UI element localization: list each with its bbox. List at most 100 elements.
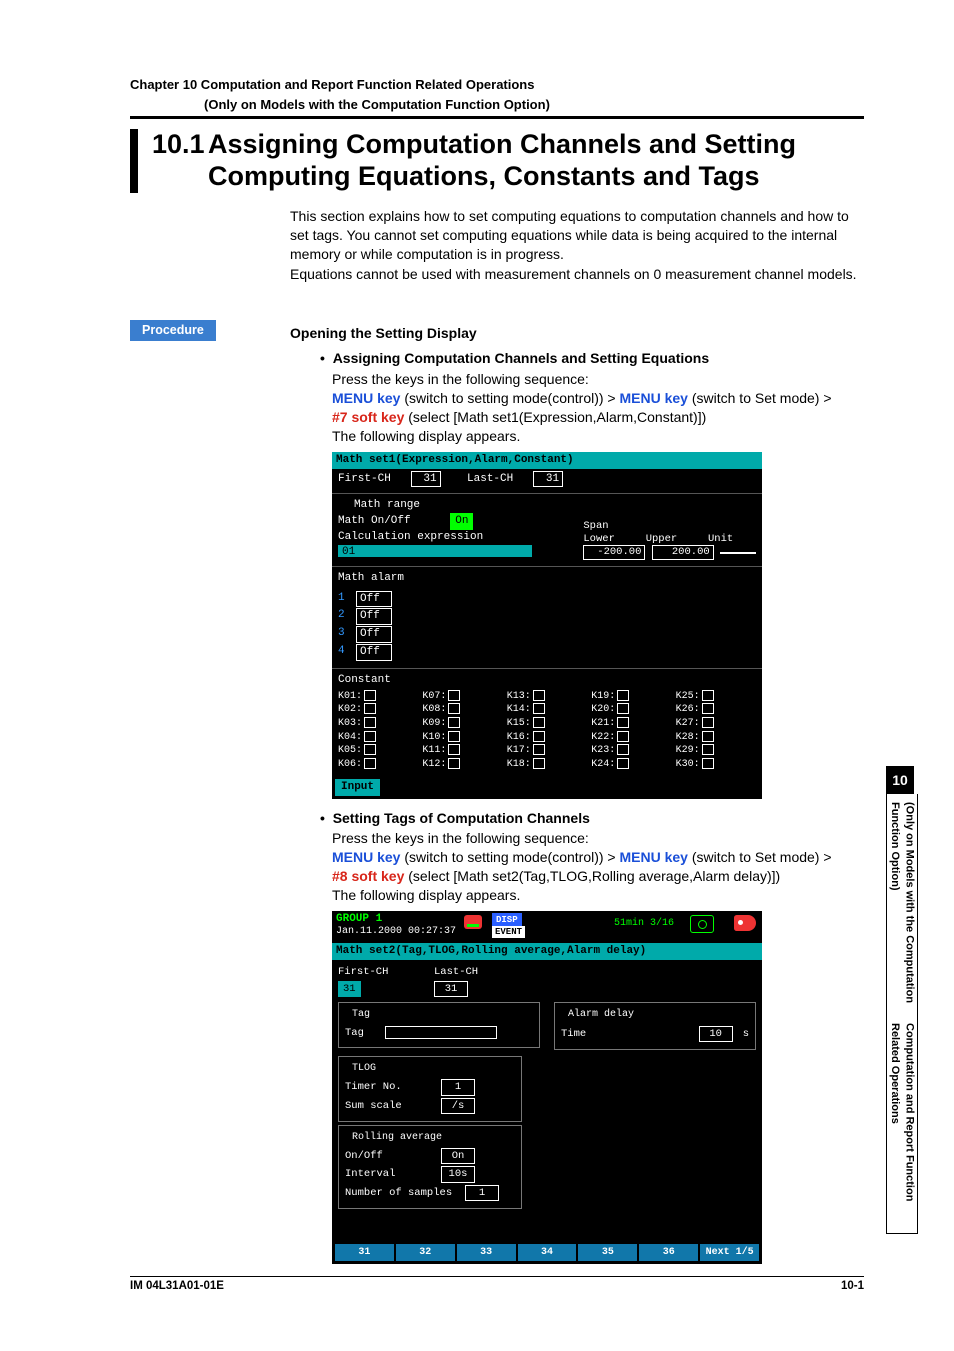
constant-cell[interactable]: K15: [507, 717, 587, 731]
lcd2-timer-value[interactable]: 1 [441, 1079, 475, 1095]
lcd2-sum-label: Sum scale [345, 1099, 431, 1113]
alarm-state[interactable]: Off [356, 591, 392, 608]
lcd2-roll-onoff-label: On/Off [345, 1149, 431, 1163]
bullet2-text2: The following display appears. [332, 886, 864, 905]
lcd1-first-ch-label: First-CH [338, 473, 391, 485]
softkey-next[interactable]: Next 1/5 [700, 1244, 759, 1262]
alarm-state[interactable]: Off [356, 644, 392, 661]
menu-key-4: MENU key [620, 849, 688, 865]
lcd2-alarm-time-unit: s [743, 1027, 749, 1041]
constant-cell[interactable]: K16: [507, 731, 587, 745]
softkey-31[interactable]: 31 [335, 1244, 394, 1262]
alarm-state[interactable]: Off [356, 608, 392, 625]
constant-cell[interactable]: K28: [676, 731, 756, 745]
menu-key-3: MENU key [332, 849, 400, 865]
lcd2-tag-label: Tag [345, 1026, 375, 1040]
lcd2-last-ch-value[interactable]: 31 [434, 981, 468, 997]
constant-cell[interactable]: K19: [591, 690, 671, 704]
lcd2-title-bar: Math set2(Tag,TLOG,Rolling average,Alarm… [332, 943, 762, 960]
constant-cell[interactable]: K07: [422, 690, 502, 704]
constant-cell[interactable]: K24: [591, 758, 671, 772]
lcd1-math-onoff-value[interactable]: On [450, 513, 473, 530]
running-header-line2: (Only on Models with the Computation Fun… [130, 96, 864, 114]
lcd1-upper-value[interactable]: 200.00 [652, 545, 714, 560]
constant-cell[interactable]: K06: [338, 758, 418, 772]
alarm-number: 1 [338, 591, 348, 608]
lcd1-last-ch-value[interactable]: 31 [533, 471, 563, 488]
softkey-33[interactable]: 33 [457, 1244, 516, 1262]
softkey-32[interactable]: 32 [396, 1244, 455, 1262]
constant-cell[interactable]: K25: [676, 690, 756, 704]
opening-heading: Opening the Setting Display [290, 324, 864, 343]
constant-cell[interactable]: K18: [507, 758, 587, 772]
bullet1-text2: The following display appears. [332, 427, 864, 446]
lcd1-span-label: Span [583, 520, 608, 532]
constant-cell[interactable]: K08: [422, 703, 502, 717]
constant-cell[interactable]: K05: [338, 744, 418, 758]
constant-cell[interactable]: K27: [676, 717, 756, 731]
lcd2-alarm-time-label: Time [561, 1027, 601, 1041]
lcd1-first-ch-value[interactable]: 31 [411, 471, 441, 488]
lcd2-tlog-fieldset: TLOG Timer No. 1 Sum scale /s [338, 1056, 522, 1122]
constant-cell[interactable]: K30: [676, 758, 756, 772]
lcd2-roll-samples-value[interactable]: 1 [465, 1185, 499, 1201]
constant-cell[interactable]: K23: [591, 744, 671, 758]
constant-cell[interactable]: K09: [422, 717, 502, 731]
constant-cell[interactable]: K11: [422, 744, 502, 758]
lcd1-calc-field[interactable]: 01 [338, 545, 532, 557]
constant-cell[interactable]: K04: [338, 731, 418, 745]
lcd2-math-set2: GROUP 1 Jan.11.2000 00:27:37 DISP EVENT … [332, 911, 762, 1264]
lcd1-math-alarm-label: Math alarm [338, 571, 756, 586]
constant-cell[interactable]: K12: [422, 758, 502, 772]
lcd1-title-bar: Math set1(Expression,Alarm,Constant) [332, 452, 762, 469]
lcd2-roll-onoff-value[interactable]: On [441, 1148, 475, 1164]
bullet1-text1: Press the keys in the following sequence… [332, 370, 864, 389]
constant-cell[interactable]: K02: [338, 703, 418, 717]
event-button[interactable]: EVENT [492, 926, 525, 938]
intro-text: This section explains how to set computi… [290, 207, 864, 285]
constant-cell[interactable]: K13: [507, 690, 587, 704]
lcd2-tag-field[interactable] [385, 1026, 497, 1039]
constant-cell[interactable]: K10: [422, 731, 502, 745]
constant-cell[interactable]: K17: [507, 744, 587, 758]
constant-cell[interactable]: K22: [591, 731, 671, 745]
footer-right: 10-1 [841, 1279, 864, 1295]
lcd2-roll-interval-value[interactable]: 10s [441, 1166, 475, 1182]
alarm-state[interactable]: Off [356, 626, 392, 643]
constant-cell[interactable]: K03: [338, 717, 418, 731]
side-tab-number: 10 [886, 766, 914, 794]
lcd1-constant-grid: K01: K07: K13: K19: K25: K02: K08: K14: K20: K26:… [332, 688, 762, 776]
constant-cell[interactable]: K01: [338, 690, 418, 704]
lcd2-roll-samples-label: Number of samples [345, 1186, 455, 1200]
lcd2-first-ch-label: First-CH [338, 965, 424, 979]
menu-key-1: MENU key [332, 390, 400, 406]
lcd1-math-onoff-label: Math On/Off [338, 515, 411, 527]
softkey-35[interactable]: 35 [578, 1244, 637, 1262]
record-icon [690, 915, 714, 933]
constant-cell[interactable]: K29: [676, 744, 756, 758]
lcd2-timer-label: Timer No. [345, 1080, 431, 1094]
lcd2-tag-fieldset: Tag Tag [338, 1002, 540, 1048]
lcd1-calc-label: Calculation expression [338, 531, 483, 543]
softkey-8: #8 soft key [332, 868, 404, 884]
lcd1-unit-value[interactable] [720, 552, 756, 554]
softkey-36[interactable]: 36 [639, 1244, 698, 1262]
constant-cell[interactable]: K14: [507, 703, 587, 717]
section-number: 10.1 [152, 129, 208, 161]
lcd2-sum-value[interactable]: /s [441, 1098, 475, 1114]
alarm-number: 4 [338, 644, 348, 661]
constant-cell[interactable]: K26: [676, 703, 756, 717]
lcd1-math-range-label: Math range [354, 498, 756, 513]
keylock-icon [734, 915, 756, 931]
constant-cell[interactable]: K20: [591, 703, 671, 717]
lcd2-first-ch-value[interactable]: 31 [338, 981, 361, 997]
side-tab-line2: (Only on Models with the Computation Fun… [887, 802, 917, 1020]
lcd1-lower-value[interactable]: -200.00 [583, 545, 645, 560]
footer-left: IM 04L31A01-01E [130, 1279, 224, 1295]
softkey-34[interactable]: 34 [518, 1244, 577, 1262]
lcd2-alarm-time-value[interactable]: 10 [699, 1026, 733, 1042]
lcd1-lower-label: Lower [583, 533, 639, 546]
constant-cell[interactable]: K21: [591, 717, 671, 731]
lcd1-input-label[interactable]: Input [335, 779, 380, 796]
side-tab-line1: Computation and Report Function Related … [887, 1023, 917, 1233]
